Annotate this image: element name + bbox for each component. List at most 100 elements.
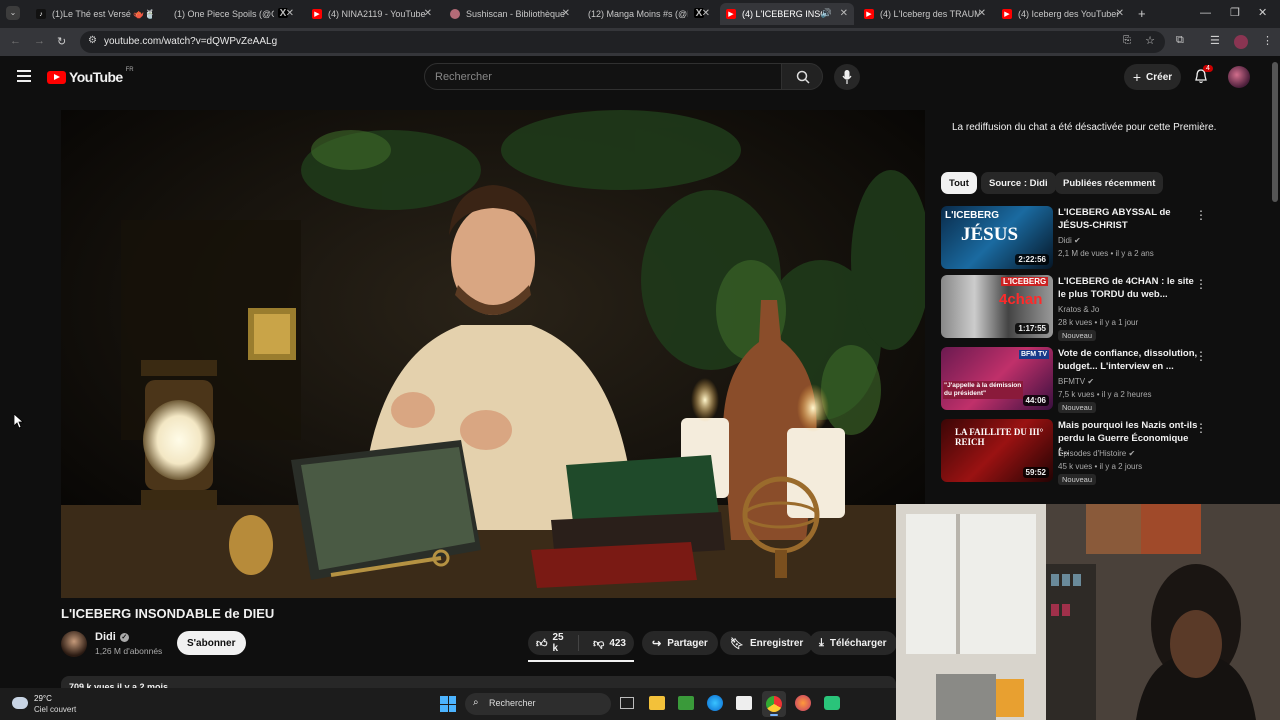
- more-options-icon[interactable]: ⋮: [1195, 349, 1207, 363]
- tab-the-est-verse[interactable]: ♪ (1)Le Thé est Versé 🫖🍵 | C ✕: [30, 3, 160, 25]
- tab-iceberg-traumas[interactable]: ▶ (4) L'Iceberg des TRAUMA ✕: [858, 3, 992, 25]
- close-icon[interactable]: ✕: [146, 8, 154, 19]
- chip-recent[interactable]: Publiées récemment: [1055, 172, 1164, 194]
- speaker-icon[interactable]: 🔊: [821, 8, 832, 19]
- mouse-cursor: [14, 414, 24, 429]
- like-dislike-group: 👍︎ 25 k 👎︎ 423: [528, 631, 634, 655]
- video-title: L'ICEBERG INSONDABLE de DIEU: [61, 606, 275, 621]
- extensions-icon[interactable]: ⧉: [1176, 34, 1184, 47]
- tab-nina2119[interactable]: ▶ (4) NINA2119 - YouTube ✕: [306, 3, 438, 25]
- save-button[interactable]: 🔖︎ Enregistrer: [720, 631, 814, 655]
- webcam-frame: [896, 504, 1280, 720]
- youtube-logo[interactable]: YouTube FR: [47, 67, 134, 85]
- subscribe-button[interactable]: S'abonner: [177, 631, 246, 655]
- edge-browser-icon[interactable]: [707, 695, 723, 711]
- taskbar-search[interactable]: ⌕ Rechercher: [465, 693, 611, 715]
- rec-channel-text: BFMTV: [1058, 377, 1086, 386]
- search-placeholder: Rechercher: [435, 71, 492, 83]
- share-button[interactable]: ↪ Partager: [642, 631, 718, 655]
- verified-icon: ✔: [1087, 377, 1095, 386]
- video-thumbnail[interactable]: L'ICEBERG 4chan 1:17:55: [941, 275, 1053, 338]
- reading-list-icon[interactable]: ☰: [1210, 34, 1220, 47]
- firefox-icon[interactable]: [795, 695, 811, 711]
- rec-channel[interactable]: Épisodes d'Histoire ✔: [1058, 449, 1135, 458]
- new-tab-icon[interactable]: +: [1138, 6, 1146, 21]
- bookmark-star-icon[interactable]: ☆: [1145, 34, 1155, 47]
- video-thumbnail[interactable]: L'ICEBERG JÉSUS 2:22:56: [941, 206, 1053, 269]
- tab-sushiscan[interactable]: Sushiscan - Bibliothèque ✕: [444, 3, 576, 25]
- close-icon[interactable]: ✕: [702, 8, 710, 19]
- tab-iceberg-insondable[interactable]: ▶ (4) L'ICEBERG INSONI 🔊 ✕: [720, 3, 854, 25]
- thumbs-up-icon: 👍︎: [536, 637, 548, 650]
- youtube-icon: ▶: [1002, 9, 1012, 19]
- rec-title: Vote de confiance, dissolution, budget..…: [1058, 348, 1198, 372]
- weather-cloud-icon: [12, 697, 28, 709]
- back-icon[interactable]: ←: [10, 35, 21, 47]
- close-icon[interactable]: ✕: [1116, 8, 1124, 19]
- nvidia-icon[interactable]: [678, 696, 694, 710]
- minimize-icon[interactable]: —: [1200, 7, 1211, 19]
- search-button[interactable]: [781, 63, 823, 90]
- duration-badge: 2:22:56: [1015, 254, 1049, 265]
- hamburger-menu-icon[interactable]: [17, 70, 31, 82]
- subscribe-label: S'abonner: [187, 637, 236, 649]
- rec-channel[interactable]: Kratos & Jo: [1058, 305, 1099, 314]
- tab-search-icon[interactable]: ⌄: [6, 6, 20, 20]
- video-thumbnail[interactable]: LA FAILLITE DU III° REICH 59:52: [941, 419, 1053, 482]
- rec-channel[interactable]: Didi ✔: [1058, 236, 1081, 245]
- verified-icon: ✔: [1074, 236, 1081, 245]
- install-app-icon[interactable]: ⎘: [1123, 35, 1131, 46]
- video-thumbnail[interactable]: BFM TV "J'appelle à la démission du prés…: [941, 347, 1053, 410]
- microsoft-store-icon[interactable]: [736, 696, 752, 710]
- reload-icon[interactable]: ↻: [57, 35, 66, 48]
- start-button[interactable]: [440, 696, 456, 712]
- rec-channel-text: Didi: [1058, 236, 1072, 245]
- close-icon[interactable]: ✕: [286, 8, 294, 19]
- task-view-icon[interactable]: [620, 697, 634, 709]
- maximize-icon[interactable]: ❐: [1230, 6, 1240, 19]
- chip-source-didi[interactable]: Source : Didi: [981, 172, 1056, 194]
- rec-channel[interactable]: BFMTV ✔: [1058, 377, 1094, 386]
- dislike-button[interactable]: 👎︎ 423: [585, 637, 634, 650]
- more-options-icon[interactable]: ⋮: [1195, 421, 1207, 435]
- close-icon[interactable]: ✕: [562, 8, 570, 19]
- chip-all[interactable]: Tout: [941, 172, 977, 194]
- recommendation-item[interactable]: LA FAILLITE DU III° REICH 59:52 Mais pou…: [941, 419, 1211, 485]
- file-explorer-icon[interactable]: [649, 696, 665, 710]
- more-options-icon[interactable]: ⋮: [1195, 208, 1207, 222]
- close-icon[interactable]: ✕: [978, 8, 986, 19]
- recommendation-item[interactable]: L'ICEBERG JÉSUS 2:22:56 L'ICEBERG ABYSSA…: [941, 206, 1211, 270]
- video-player[interactable]: [61, 110, 925, 598]
- chrome-taskbar-item[interactable]: [762, 691, 786, 717]
- thumb-text: L'ICEBERG: [1001, 277, 1049, 286]
- tab-iceberg-youtubers[interactable]: ▶ (4) Iceberg des YouTuber ✕: [996, 3, 1130, 25]
- voice-search-button[interactable]: [834, 64, 860, 90]
- tab-one-piece-spoils[interactable]: X (1) One Piece Spoils (@OP ✕: [168, 3, 300, 25]
- account-avatar[interactable]: [1228, 66, 1250, 88]
- address-bar[interactable]: ⚙ youtube.com/watch?v=dQWPvZeAALg ⎘ ☆: [80, 31, 1165, 53]
- youtube-icon: ▶: [726, 9, 736, 19]
- window-close-icon[interactable]: ✕: [1258, 6, 1267, 19]
- like-button[interactable]: 👍︎ 25 k: [528, 632, 580, 654]
- profile-avatar[interactable]: [1234, 35, 1248, 49]
- download-button[interactable]: ⤓ Télécharger: [809, 631, 897, 655]
- recommendation-item[interactable]: L'ICEBERG 4chan 1:17:55 L'ICEBERG de 4CH…: [941, 275, 1211, 341]
- site-info-icon[interactable]: ⚙: [88, 35, 97, 46]
- close-icon[interactable]: ✕: [840, 8, 848, 19]
- notifications-button[interactable]: 4: [1194, 65, 1213, 89]
- app-icon[interactable]: [824, 696, 840, 710]
- url-text: youtube.com/watch?v=dQWPvZeAALg: [104, 36, 278, 47]
- channel-avatar[interactable]: [61, 631, 87, 657]
- channel-name[interactable]: Didi ✓: [95, 631, 129, 643]
- tab-manga-moins[interactable]: X (12) Manga Moins #s (@M ✕: [582, 3, 716, 25]
- forward-icon[interactable]: →: [34, 35, 45, 47]
- recommendation-item[interactable]: BFM TV "J'appelle à la démission du prés…: [941, 347, 1211, 413]
- close-icon[interactable]: ✕: [424, 8, 432, 19]
- search-input[interactable]: Rechercher: [424, 63, 782, 90]
- menu-kebab-icon[interactable]: ⋮: [1262, 34, 1273, 47]
- more-options-icon[interactable]: ⋮: [1195, 277, 1207, 291]
- weather-temperature[interactable]: 29°C: [34, 694, 52, 703]
- search-icon: [796, 70, 810, 84]
- page-scrollbar[interactable]: [1272, 62, 1278, 202]
- create-button[interactable]: + Créer: [1124, 64, 1181, 90]
